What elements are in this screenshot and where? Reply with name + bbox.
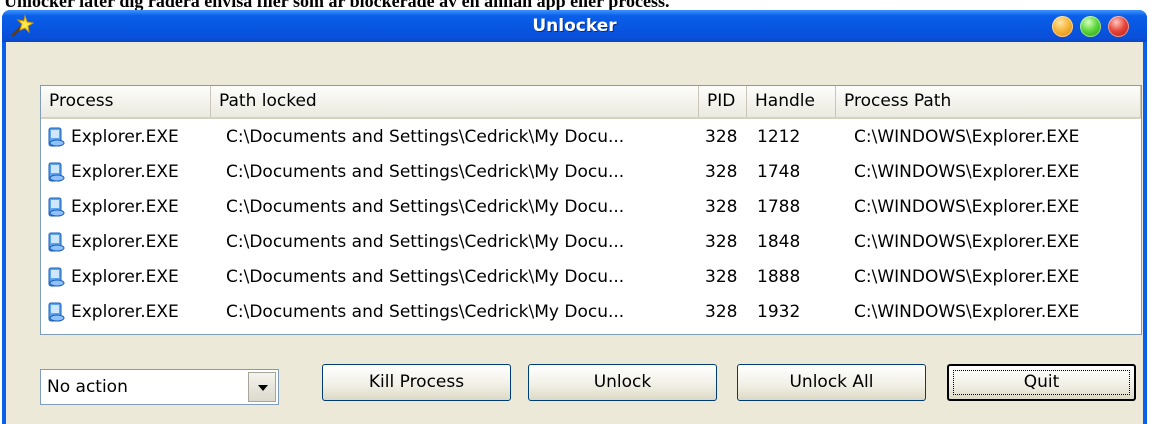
action-select-value: No action (47, 377, 128, 397)
cell-process-path: C:\WINDOWS\Explorer.EXE (854, 162, 1080, 182)
cell-pid: 328 (705, 197, 738, 217)
explorer-process-icon (48, 197, 65, 217)
cell-pid: 328 (705, 127, 738, 147)
cell-process-path: C:\WINDOWS\Explorer.EXE (854, 197, 1080, 217)
column-header-path-locked[interactable]: Path locked (211, 86, 699, 117)
cell-handle: 1212 (757, 127, 801, 147)
column-header-process-path[interactable]: Process Path (836, 86, 1141, 117)
cell-path-locked: C:\Documents and Settings\Cedrick\My Doc… (226, 232, 625, 252)
cell-path-locked: C:\Documents and Settings\Cedrick\My Doc… (226, 302, 625, 322)
action-select[interactable]: No action (40, 369, 279, 405)
maximize-button[interactable] (1080, 16, 1101, 37)
window-client: Process Path locked PID Handle Process P… (6, 42, 1143, 424)
column-header-process[interactable]: Process (41, 86, 211, 117)
minimize-button[interactable] (1052, 16, 1073, 37)
cell-process-path: C:\WINDOWS\Explorer.EXE (854, 232, 1080, 252)
cell-path-locked: C:\Documents and Settings\Cedrick\My Doc… (226, 197, 625, 217)
unlocker-window: Unlocker Process Path locked PID Handle … (2, 10, 1147, 424)
cell-process: Explorer.EXE (71, 197, 179, 217)
quit-button[interactable]: Quit (947, 364, 1136, 401)
explorer-process-icon (48, 302, 65, 322)
cell-handle: 1748 (757, 162, 801, 182)
table-row[interactable]: Explorer.EXE C:\Documents and Settings\Ce… (41, 191, 1141, 223)
explorer-process-icon (48, 232, 65, 252)
column-header-handle[interactable]: Handle (747, 86, 836, 117)
unlock-all-button[interactable]: Unlock All (737, 364, 926, 401)
cell-process-path: C:\WINDOWS\Explorer.EXE (854, 302, 1080, 322)
cell-path-locked: C:\Documents and Settings\Cedrick\My Doc… (226, 162, 625, 182)
table-row[interactable]: Explorer.EXE C:\Documents and Settings\Ce… (41, 261, 1141, 293)
cell-process: Explorer.EXE (71, 162, 179, 182)
close-button[interactable] (1108, 16, 1129, 37)
locks-list[interactable]: Process Path locked PID Handle Process P… (40, 85, 1142, 335)
window-title: Unlocker (532, 16, 617, 36)
table-row[interactable]: Explorer.EXE C:\Documents and Settings\Ce… (41, 226, 1141, 258)
cell-path-locked: C:\Documents and Settings\Cedrick\My Doc… (226, 127, 625, 147)
unlock-button[interactable]: Unlock (528, 364, 717, 401)
table-row[interactable]: Explorer.EXE C:\Documents and Settings\Ce… (41, 121, 1141, 153)
chevron-down-icon[interactable] (248, 372, 276, 402)
cell-handle: 1888 (757, 267, 801, 287)
table-row[interactable]: Explorer.EXE C:\Documents and Settings\Ce… (41, 156, 1141, 188)
table-row[interactable]: Explorer.EXE C:\Documents and Settings\Ce… (41, 296, 1141, 328)
cell-pid: 328 (705, 232, 738, 252)
title-bar[interactable]: Unlocker (2, 10, 1147, 42)
cell-pid: 328 (705, 302, 738, 322)
cell-process: Explorer.EXE (71, 302, 179, 322)
cell-process: Explorer.EXE (71, 232, 179, 252)
explorer-process-icon (48, 162, 65, 182)
cell-pid: 328 (705, 267, 738, 287)
explorer-process-icon (48, 267, 65, 287)
column-header-pid[interactable]: PID (699, 86, 747, 117)
cell-path-locked: C:\Documents and Settings\Cedrick\My Doc… (226, 267, 625, 287)
cell-process-path: C:\WINDOWS\Explorer.EXE (854, 267, 1080, 287)
cell-handle: 1932 (757, 302, 801, 322)
quit-button-label: Quit (953, 370, 1130, 395)
cell-pid: 328 (705, 162, 738, 182)
cell-process: Explorer.EXE (71, 127, 179, 147)
cell-handle: 1788 (757, 197, 801, 217)
cell-process: Explorer.EXE (71, 267, 179, 287)
cell-process-path: C:\WINDOWS\Explorer.EXE (854, 127, 1080, 147)
cell-handle: 1848 (757, 232, 801, 252)
list-header: Process Path locked PID Handle Process P… (41, 86, 1141, 119)
explorer-process-icon (48, 127, 65, 147)
kill-process-button[interactable]: Kill Process (322, 364, 511, 401)
